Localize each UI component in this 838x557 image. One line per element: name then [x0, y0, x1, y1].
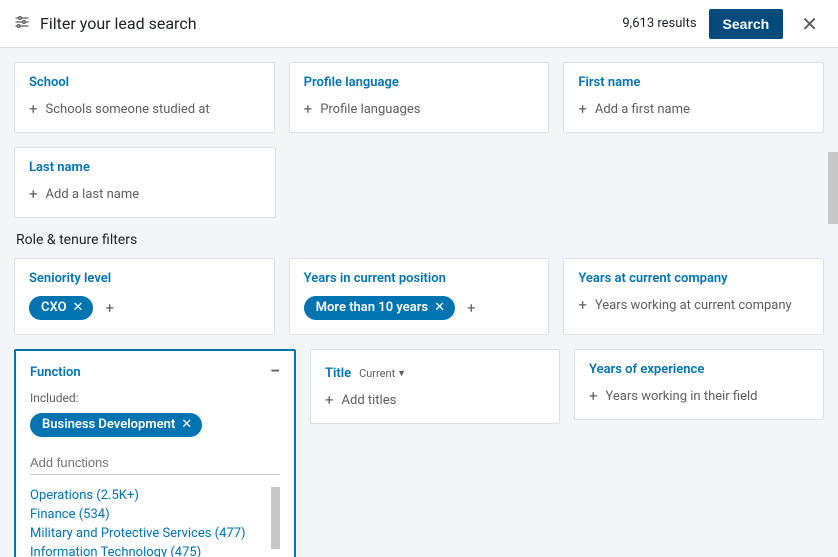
first-name-placeholder: Add a first name — [595, 102, 690, 117]
chip-remove-icon[interactable]: ✕ — [434, 300, 445, 315]
plus-icon: + — [325, 391, 334, 409]
card-profile-language-label: Profile language — [304, 75, 399, 90]
card-title[interactable]: Title Current ▼ + Add titles — [310, 349, 560, 424]
card-first-name-label: First name — [578, 75, 640, 90]
plus-icon[interactable]: + — [463, 297, 480, 319]
chip-remove-icon[interactable]: ✕ — [73, 300, 84, 315]
page-title: Filter your lead search — [40, 14, 197, 33]
school-placeholder: Schools someone studied at — [46, 102, 210, 117]
last-name-add-row[interactable]: + Add a last name — [29, 185, 261, 203]
card-first-name[interactable]: First name + Add a first name — [563, 62, 824, 133]
profile-language-placeholder: Profile languages — [320, 102, 420, 117]
plus-icon: + — [578, 100, 587, 118]
title-scope-text: Current — [359, 367, 395, 380]
filter-content: School + Schools someone studied at Prof… — [0, 48, 838, 557]
plus-icon: + — [29, 185, 38, 203]
years-position-chip-text: More than 10 years — [316, 300, 428, 315]
card-last-name-label: Last name — [29, 160, 90, 175]
years-experience-placeholder: Years working in their field — [606, 389, 758, 404]
plus-icon: + — [304, 100, 313, 118]
close-icon[interactable]: ✕ — [795, 8, 824, 40]
chip-remove-icon[interactable]: ✕ — [181, 417, 192, 432]
card-years-experience[interactable]: Years of experience + Years working in t… — [574, 349, 824, 420]
card-school-label: School — [29, 75, 69, 90]
title-scope-dropdown[interactable]: Current ▼ — [359, 367, 406, 380]
seniority-chip[interactable]: CXO ✕ — [29, 296, 93, 320]
years-experience-label: Years of experience — [589, 362, 704, 377]
plus-icon: + — [578, 296, 587, 314]
function-chip-text: Business Development — [42, 417, 175, 432]
page-scrollbar-thumb[interactable] — [828, 152, 838, 224]
card-years-company[interactable]: Years at current company + Years working… — [563, 258, 824, 335]
function-suggestion[interactable]: Military and Protective Services (477) — [30, 525, 274, 544]
plus-icon: + — [589, 387, 598, 405]
card-profile-language[interactable]: Profile language + Profile languages — [289, 62, 550, 133]
years-company-placeholder: Years working at current company — [595, 298, 792, 313]
years-experience-add-row[interactable]: + Years working in their field — [589, 387, 809, 405]
first-name-add-row[interactable]: + Add a first name — [578, 100, 809, 118]
scrollbar-thumb[interactable] — [271, 487, 280, 549]
school-add-row[interactable]: + Schools someone studied at — [29, 100, 260, 118]
card-seniority[interactable]: Seniority level CXO ✕ + — [14, 258, 275, 335]
card-years-position[interactable]: Years in current position More than 10 y… — [289, 258, 550, 335]
function-suggestion[interactable]: Information Technology (475) — [30, 544, 274, 557]
last-name-placeholder: Add a last name — [46, 187, 140, 202]
card-last-name[interactable]: Last name + Add a last name — [14, 147, 276, 218]
title-placeholder: Add titles — [342, 393, 397, 408]
chevron-down-icon: ▼ — [397, 368, 406, 379]
top-bar: Filter your lead search 9,613 results Se… — [0, 0, 838, 48]
function-suggestion[interactable]: Operations (2.5K+) — [30, 487, 274, 506]
plus-icon: + — [29, 100, 38, 118]
function-chip[interactable]: Business Development ✕ — [30, 413, 202, 437]
function-suggestion[interactable]: Finance (534) — [30, 506, 274, 525]
seniority-chip-text: CXO — [41, 300, 67, 315]
title-label: Title — [325, 366, 351, 381]
function-suggestion-list[interactable]: Operations (2.5K+) Finance (534) Militar… — [30, 487, 280, 557]
years-position-label: Years in current position — [304, 271, 446, 286]
section-role-title: Role & tenure filters — [16, 232, 822, 248]
result-count: 9,613 results — [622, 16, 696, 31]
card-school[interactable]: School + Schools someone studied at — [14, 62, 275, 133]
sliders-icon — [14, 14, 30, 34]
page-title-block: Filter your lead search — [14, 14, 622, 34]
plus-icon[interactable]: + — [101, 297, 118, 319]
collapse-icon[interactable]: − — [270, 363, 280, 381]
function-label: Function — [30, 365, 81, 380]
years-position-chip[interactable]: More than 10 years ✕ — [304, 296, 455, 320]
card-function[interactable]: Function − Included: Business Developmen… — [14, 349, 296, 557]
profile-language-add-row[interactable]: + Profile languages — [304, 100, 535, 118]
function-included-label: Included: — [30, 391, 280, 405]
years-company-add-row[interactable]: + Years working at current company — [578, 296, 809, 314]
title-add-row[interactable]: + Add titles — [325, 391, 545, 409]
seniority-label: Seniority level — [29, 271, 111, 286]
function-input[interactable] — [30, 451, 280, 475]
years-company-label: Years at current company — [578, 271, 727, 286]
search-button[interactable]: Search — [709, 9, 784, 39]
